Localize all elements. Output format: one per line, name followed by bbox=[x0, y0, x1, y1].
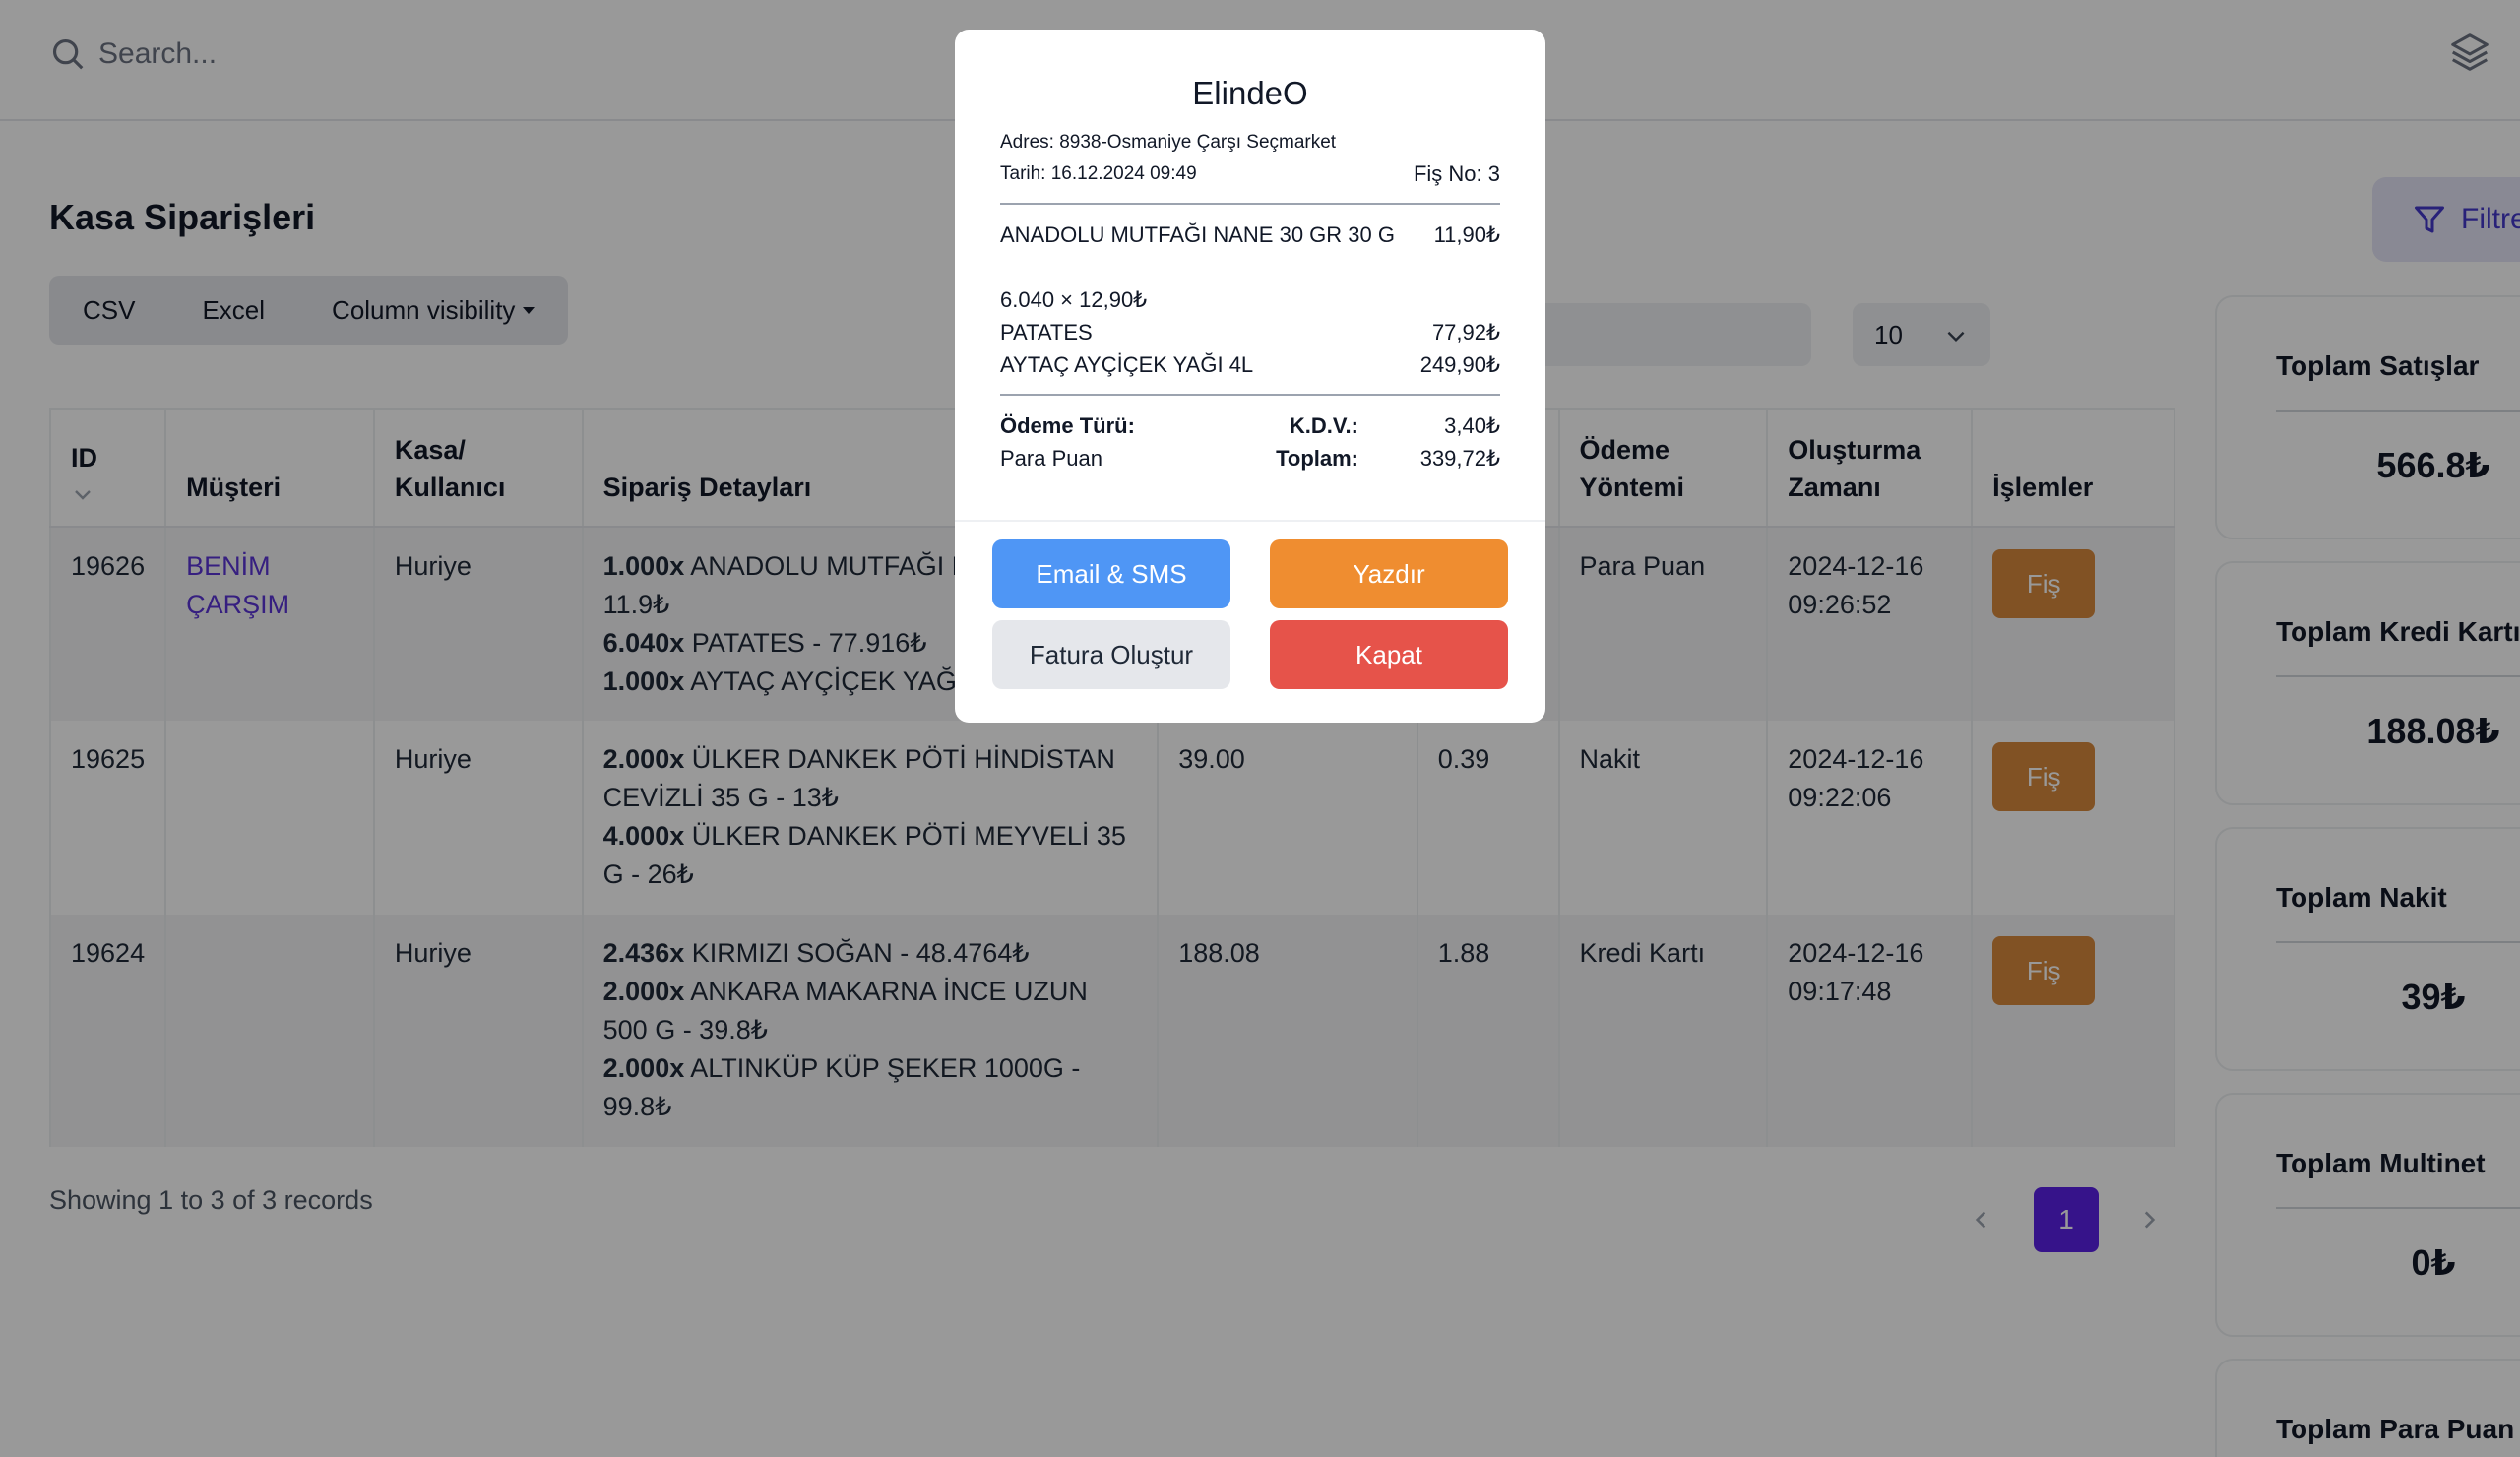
payment-type-value: Para Puan bbox=[1000, 446, 1102, 471]
receipt-item-price: 11,90₺ bbox=[1433, 222, 1500, 247]
close-button[interactable]: Kapat bbox=[1270, 620, 1508, 689]
receipt-divider bbox=[1000, 394, 1500, 396]
modal-divider bbox=[955, 520, 1545, 522]
email-sms-button[interactable]: Email & SMS bbox=[992, 539, 1230, 608]
receipt-number: Fiş No: 3 bbox=[1413, 161, 1500, 186]
kdv-value: 3,40₺ bbox=[1444, 413, 1500, 438]
receipt-item-price: 249,90₺ bbox=[1419, 352, 1500, 377]
receipt-title: ElindeO bbox=[1192, 75, 1308, 111]
receipt-date: Tarih: 16.12.2024 09:49 bbox=[1000, 163, 1197, 184]
create-invoice-button[interactable]: Fatura Oluştur bbox=[992, 620, 1230, 689]
total-label: Toplam: bbox=[1276, 446, 1358, 471]
print-button[interactable]: Yazdır bbox=[1270, 539, 1508, 608]
receipt-modal: ElindeO Adres: 8938-Osmaniye Çarşı Seçma… bbox=[955, 30, 1545, 723]
receipt-divider bbox=[1000, 203, 1500, 205]
receipt-item-price: 77,92₺ bbox=[1431, 320, 1500, 345]
receipt-item-name: 6.040 × 12,90₺ bbox=[1000, 287, 1148, 312]
receipt-item: 6.040 × 12,90₺ bbox=[1000, 284, 1500, 316]
receipt-item: AYTAÇ AYÇİÇEK YAĞI 4L 249,90₺ bbox=[1000, 348, 1500, 381]
kdv-label: K.D.V.: bbox=[1289, 413, 1358, 438]
payment-type-label: Ödeme Türü: bbox=[1000, 413, 1135, 438]
receipt-item: PATATES 77,92₺ bbox=[1000, 316, 1500, 348]
total-value: 339,72₺ bbox=[1419, 446, 1500, 471]
receipt-item-name: ANADOLU MUTFAĞI NANE 30 GR 30 G bbox=[1000, 222, 1395, 247]
receipt-item-name: PATATES bbox=[1000, 320, 1093, 345]
receipt-item: ANADOLU MUTFAĞI NANE 30 GR 30 G 11,90₺ bbox=[1000, 219, 1500, 251]
receipt-item-name: AYTAÇ AYÇİÇEK YAĞI 4L bbox=[1000, 352, 1254, 377]
receipt-address: Adres: 8938-Osmaniye Çarşı Seçmarket bbox=[1000, 132, 1337, 153]
